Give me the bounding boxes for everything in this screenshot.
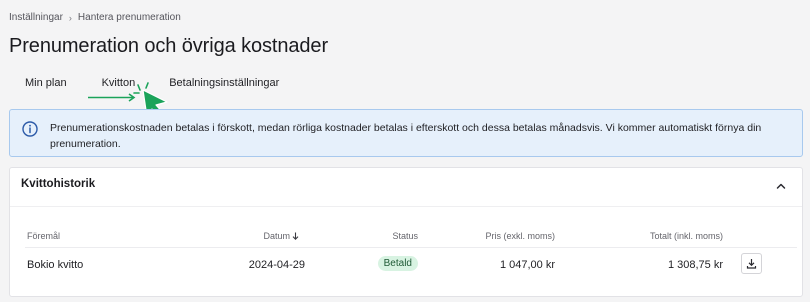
chevron-up-icon[interactable] — [774, 179, 788, 193]
row-price: 1 047,00 kr — [499, 259, 555, 271]
info-banner: Prenumerationskostnaden betalas i försko… — [9, 109, 803, 157]
tab-bar: Min plan Kvitton Betalningsinställningar — [25, 77, 279, 89]
status-badge: Betald — [377, 256, 418, 271]
info-icon — [22, 121, 38, 137]
download-icon — [746, 259, 757, 269]
row-date: 2024-04-29 — [248, 259, 305, 271]
download-receipt-button[interactable] — [741, 253, 762, 274]
info-banner-text: Prenumerationskostnaden betalas i försko… — [50, 122, 762, 150]
column-header-total: Totalt (inkl. moms) — [649, 231, 723, 241]
column-header-status: Status — [392, 231, 418, 241]
tab-receipts[interactable]: Kvitton — [102, 77, 136, 89]
breadcrumb-item-settings[interactable]: Inställningar — [9, 12, 63, 23]
column-header-price: Pris (exkl. moms) — [485, 231, 556, 241]
card-divider — [10, 206, 802, 207]
sort-descending-icon — [292, 232, 299, 240]
breadcrumb: Inställningar › Hantera prenumeration — [9, 12, 181, 23]
receipt-history-card: Kvittohistorik Föremål Datum Status Pris… — [9, 167, 803, 297]
row-total: 1 308,75 kr — [667, 259, 723, 271]
tab-payment-settings[interactable]: Betalningsinställningar — [169, 77, 279, 89]
tab-my-plan[interactable]: Min plan — [25, 77, 67, 89]
column-header-date[interactable]: Datum — [263, 231, 299, 241]
table-header: Föremål Datum Status Pris (exkl. moms) T… — [25, 231, 797, 248]
page-title: Prenumeration och övriga kostnader — [9, 35, 329, 57]
row-item: Bokio kvitto — [27, 259, 84, 271]
receipt-history-title: Kvittohistorik — [21, 178, 96, 190]
breadcrumb-item-manage-subscription: Hantera prenumeration — [77, 12, 181, 23]
table-row: Bokio kvitto 2024-04-29 Betald 1 047,00 … — [25, 249, 797, 279]
column-header-item: Föremål — [27, 231, 61, 241]
column-header-date-label: Datum — [263, 231, 290, 241]
chevron-right-icon: › — [68, 12, 72, 23]
